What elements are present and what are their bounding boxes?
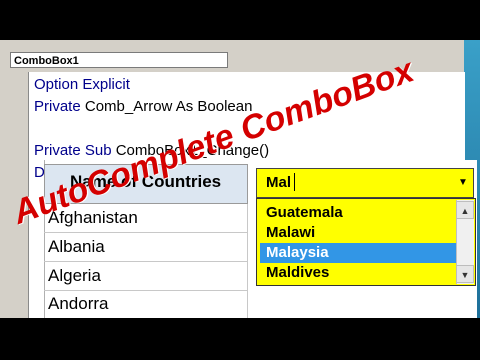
code-keyword: Private <box>34 98 85 115</box>
code-line-2: Private Comb_Arrow As Boolean <box>34 98 252 115</box>
code-line-1: Option Explicit <box>34 76 130 93</box>
code-text: Comb_Arrow As Boolean <box>84 98 253 115</box>
code-keyword: Private Sub <box>34 142 116 159</box>
object-selector[interactable]: ComboBox1 <box>10 52 228 68</box>
cell-country: Andorra <box>48 294 109 313</box>
dropdown-item-selected[interactable]: Malaysia <box>260 243 456 263</box>
dropdown-item[interactable]: Maldives <box>260 263 456 283</box>
scroll-down-icon[interactable]: ▼ <box>456 265 474 283</box>
dropdown-item[interactable]: Guatemala <box>260 203 456 223</box>
code-keyword: Option Explicit <box>34 76 130 93</box>
letterbox-top <box>0 0 480 40</box>
scroll-up-icon[interactable]: ▲ <box>456 201 474 219</box>
dropdown-item[interactable]: Malawi <box>260 223 456 243</box>
text-caret <box>294 173 295 191</box>
cell-country: Algeria <box>48 266 101 285</box>
chevron-down-icon[interactable]: ▼ <box>456 172 470 194</box>
combobox-input[interactable]: Mal <box>266 174 291 191</box>
letterbox-bottom <box>0 318 480 360</box>
cell-country: Albania <box>48 237 105 256</box>
